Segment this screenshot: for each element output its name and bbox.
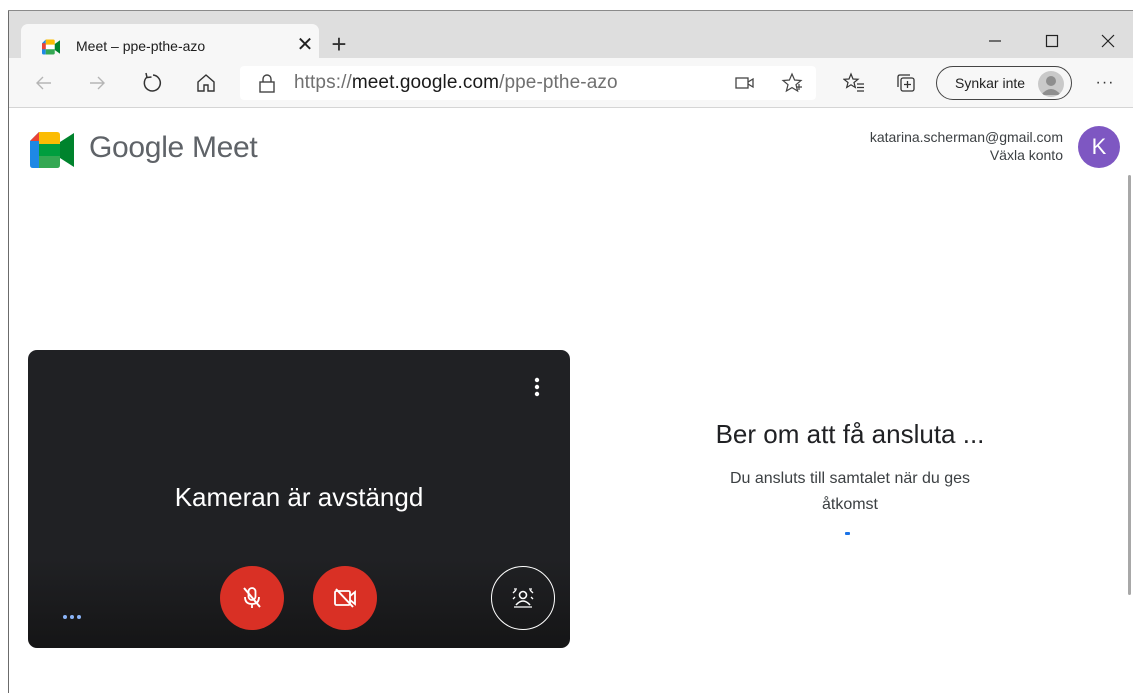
window-border bbox=[8, 10, 9, 693]
tab-close-button[interactable]: ✕ bbox=[294, 33, 316, 57]
tab-strip: Meet – ppe-pthe-azo ✕ + bbox=[9, 11, 1133, 69]
video-preview: Kameran är avstängd bbox=[28, 350, 570, 648]
collections-icon bbox=[897, 74, 915, 92]
close-icon bbox=[1101, 34, 1115, 48]
browser-toolbar: https://meet.google.com/ppe-pthe-azo Syn… bbox=[9, 58, 1133, 108]
tab-title: Meet – ppe-pthe-azo bbox=[76, 38, 206, 54]
address-bar[interactable]: https://meet.google.com/ppe-pthe-azo bbox=[240, 66, 816, 100]
forward-button[interactable] bbox=[84, 70, 110, 96]
google-meet-logo-icon bbox=[30, 132, 74, 168]
camera-off-label: Kameran är avstängd bbox=[174, 482, 424, 512]
star-icon[interactable] bbox=[781, 72, 803, 94]
meet-favicon-icon bbox=[42, 39, 60, 55]
toggle-microphone-button[interactable] bbox=[220, 566, 284, 630]
minimize-button[interactable] bbox=[967, 22, 1023, 62]
scrollbar[interactable] bbox=[1128, 175, 1131, 595]
more-options-icon[interactable] bbox=[527, 376, 547, 400]
asking-to-join-subtitle: Du ansluts till samtalet när du ges åtko… bbox=[729, 470, 971, 513]
url-text[interactable]: https://meet.google.com/ppe-pthe-azo bbox=[294, 72, 618, 94]
microphone-off-icon bbox=[243, 587, 261, 608]
camera-off-icon bbox=[334, 588, 356, 608]
refresh-icon bbox=[143, 72, 162, 92]
refresh-button[interactable] bbox=[139, 70, 165, 96]
lock-icon[interactable] bbox=[258, 73, 276, 93]
camera-icon[interactable] bbox=[734, 74, 756, 92]
back-icon bbox=[36, 76, 51, 90]
url-scheme: https:// bbox=[294, 72, 352, 93]
visual-effects-button[interactable] bbox=[491, 566, 555, 630]
switch-account-link[interactable]: Växla konto bbox=[990, 147, 1063, 163]
account-email: katarina.scherman@gmail.com bbox=[869, 129, 1063, 145]
home-icon bbox=[197, 74, 215, 92]
loading-spinner bbox=[845, 532, 850, 535]
meet-brand-title: Google Meet bbox=[89, 131, 258, 164]
forward-icon bbox=[90, 76, 105, 90]
asking-to-join-heading: Ber om att få ansluta ... bbox=[715, 419, 985, 449]
settings-more-button[interactable]: ··· bbox=[1092, 70, 1118, 96]
url-path: /ppe-pthe-azo bbox=[499, 72, 618, 93]
sync-label: Synkar inte bbox=[955, 75, 1026, 91]
maximize-icon bbox=[1045, 34, 1059, 48]
collections-button[interactable] bbox=[893, 70, 919, 96]
profile-icon bbox=[1038, 71, 1064, 97]
home-button[interactable] bbox=[193, 70, 219, 96]
url-host: meet.google.com bbox=[351, 72, 500, 93]
sync-profile-button[interactable]: Synkar inte bbox=[936, 66, 1072, 100]
favorites-button[interactable] bbox=[841, 70, 867, 96]
new-tab-button[interactable]: + bbox=[326, 31, 352, 57]
back-button[interactable] bbox=[31, 70, 57, 96]
loading-dots-icon bbox=[63, 615, 81, 619]
close-window-button[interactable] bbox=[1080, 22, 1133, 62]
background-effects-icon bbox=[512, 588, 534, 608]
avatar[interactable]: K bbox=[1078, 126, 1120, 168]
minimize-icon bbox=[989, 40, 1001, 42]
toggle-camera-button[interactable] bbox=[313, 566, 377, 630]
favorites-icon bbox=[843, 72, 864, 92]
maximize-button[interactable] bbox=[1024, 22, 1080, 62]
